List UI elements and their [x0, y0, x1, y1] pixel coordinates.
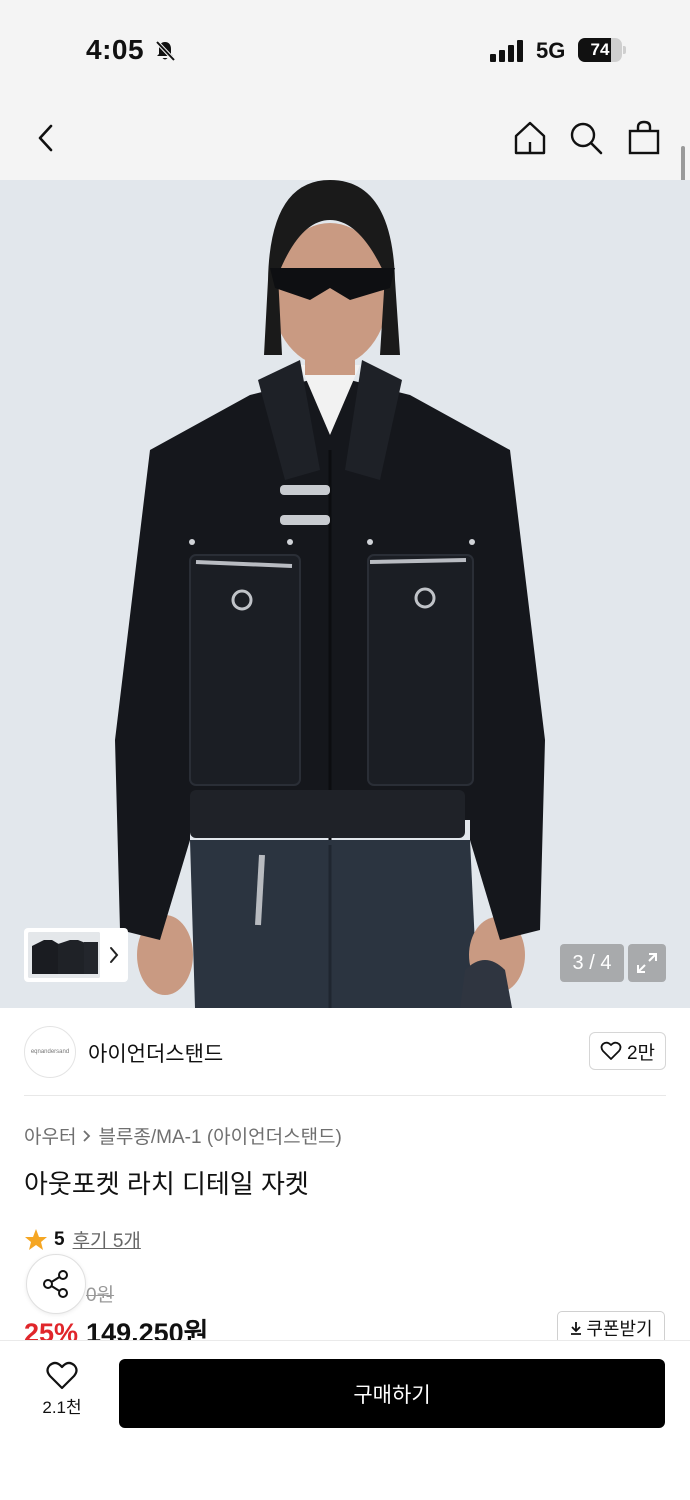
share-icon	[43, 1270, 68, 1298]
back-button[interactable]	[26, 118, 66, 158]
rating-score: 5	[54, 1228, 65, 1250]
network-label: 5G	[536, 38, 566, 63]
brand-row[interactable]: eqnandersand 아이언더스탠드 2만	[24, 1024, 666, 1080]
buy-button[interactable]: 구매하기	[119, 1359, 665, 1428]
expand-icon	[637, 953, 657, 973]
breadcrumb-category[interactable]: 아우터	[24, 1122, 76, 1149]
breadcrumb-subcategory[interactable]: 블루종/MA-1 (아이언더스탠드)	[98, 1122, 341, 1149]
breadcrumb: 아우터 블루종/MA-1 (아이언더스탠드)	[24, 1122, 342, 1149]
review-link[interactable]: 후기 5개	[73, 1226, 141, 1253]
product-image[interactable]	[0, 180, 690, 1008]
brand-logo-text: eqnandersand	[30, 1049, 70, 1055]
chevron-right-icon	[110, 947, 119, 963]
brand-like-button[interactable]: 2만	[588, 1032, 666, 1070]
status-bar: 4:05 5G 74	[0, 0, 690, 100]
sale-price: 149,250원	[86, 1318, 209, 1343]
expand-image-button[interactable]	[628, 944, 666, 982]
top-nav-bar	[0, 100, 690, 180]
image-page-indicator: 3 / 4	[560, 944, 624, 982]
price-row: 25% 149,250원	[24, 1311, 209, 1343]
shopping-bag-icon	[628, 120, 660, 155]
coupon-button[interactable]: 쿠폰받기	[557, 1311, 665, 1343]
original-price: 0원	[86, 1285, 115, 1306]
brand-logo[interactable]: eqnandersand	[24, 1026, 76, 1078]
download-icon	[571, 1321, 582, 1335]
cart-button[interactable]	[624, 118, 664, 158]
chevron-right-icon	[83, 1129, 91, 1142]
status-time: 4:05	[86, 34, 145, 65]
signal-icon	[490, 40, 523, 62]
home-button[interactable]	[510, 118, 550, 158]
battery-icon: 74	[578, 38, 626, 62]
back-icon	[38, 124, 53, 152]
product-title: 아웃포켓 라치 디테일 자켓	[24, 1169, 309, 1199]
wishlist-count: 2.1천	[42, 1398, 82, 1417]
rating-row: 5 후기 5개	[24, 1226, 141, 1253]
battery-level: 74	[590, 40, 610, 59]
coupon-label: 쿠폰받기	[586, 1318, 653, 1339]
star-icon	[25, 1228, 47, 1250]
share-button[interactable]	[26, 1254, 86, 1314]
search-button[interactable]	[566, 118, 606, 158]
search-icon	[570, 122, 603, 155]
home-icon	[514, 121, 546, 155]
bottom-action-bar: 2.1천 구매하기	[0, 1340, 690, 1500]
thumbnail-strip[interactable]	[24, 928, 128, 982]
heart-icon	[600, 1041, 622, 1060]
wishlist-button[interactable]: 2.1천	[30, 1361, 94, 1425]
brand-like-count: 2만	[626, 1042, 655, 1064]
bell-slash-icon	[155, 40, 176, 62]
product-photo-jacket	[0, 180, 690, 1008]
brand-name[interactable]: 아이언더스탠드	[88, 1038, 223, 1068]
thumbnail-image[interactable]	[28, 932, 100, 978]
heart-icon	[46, 1361, 78, 1390]
divider	[24, 1095, 666, 1096]
